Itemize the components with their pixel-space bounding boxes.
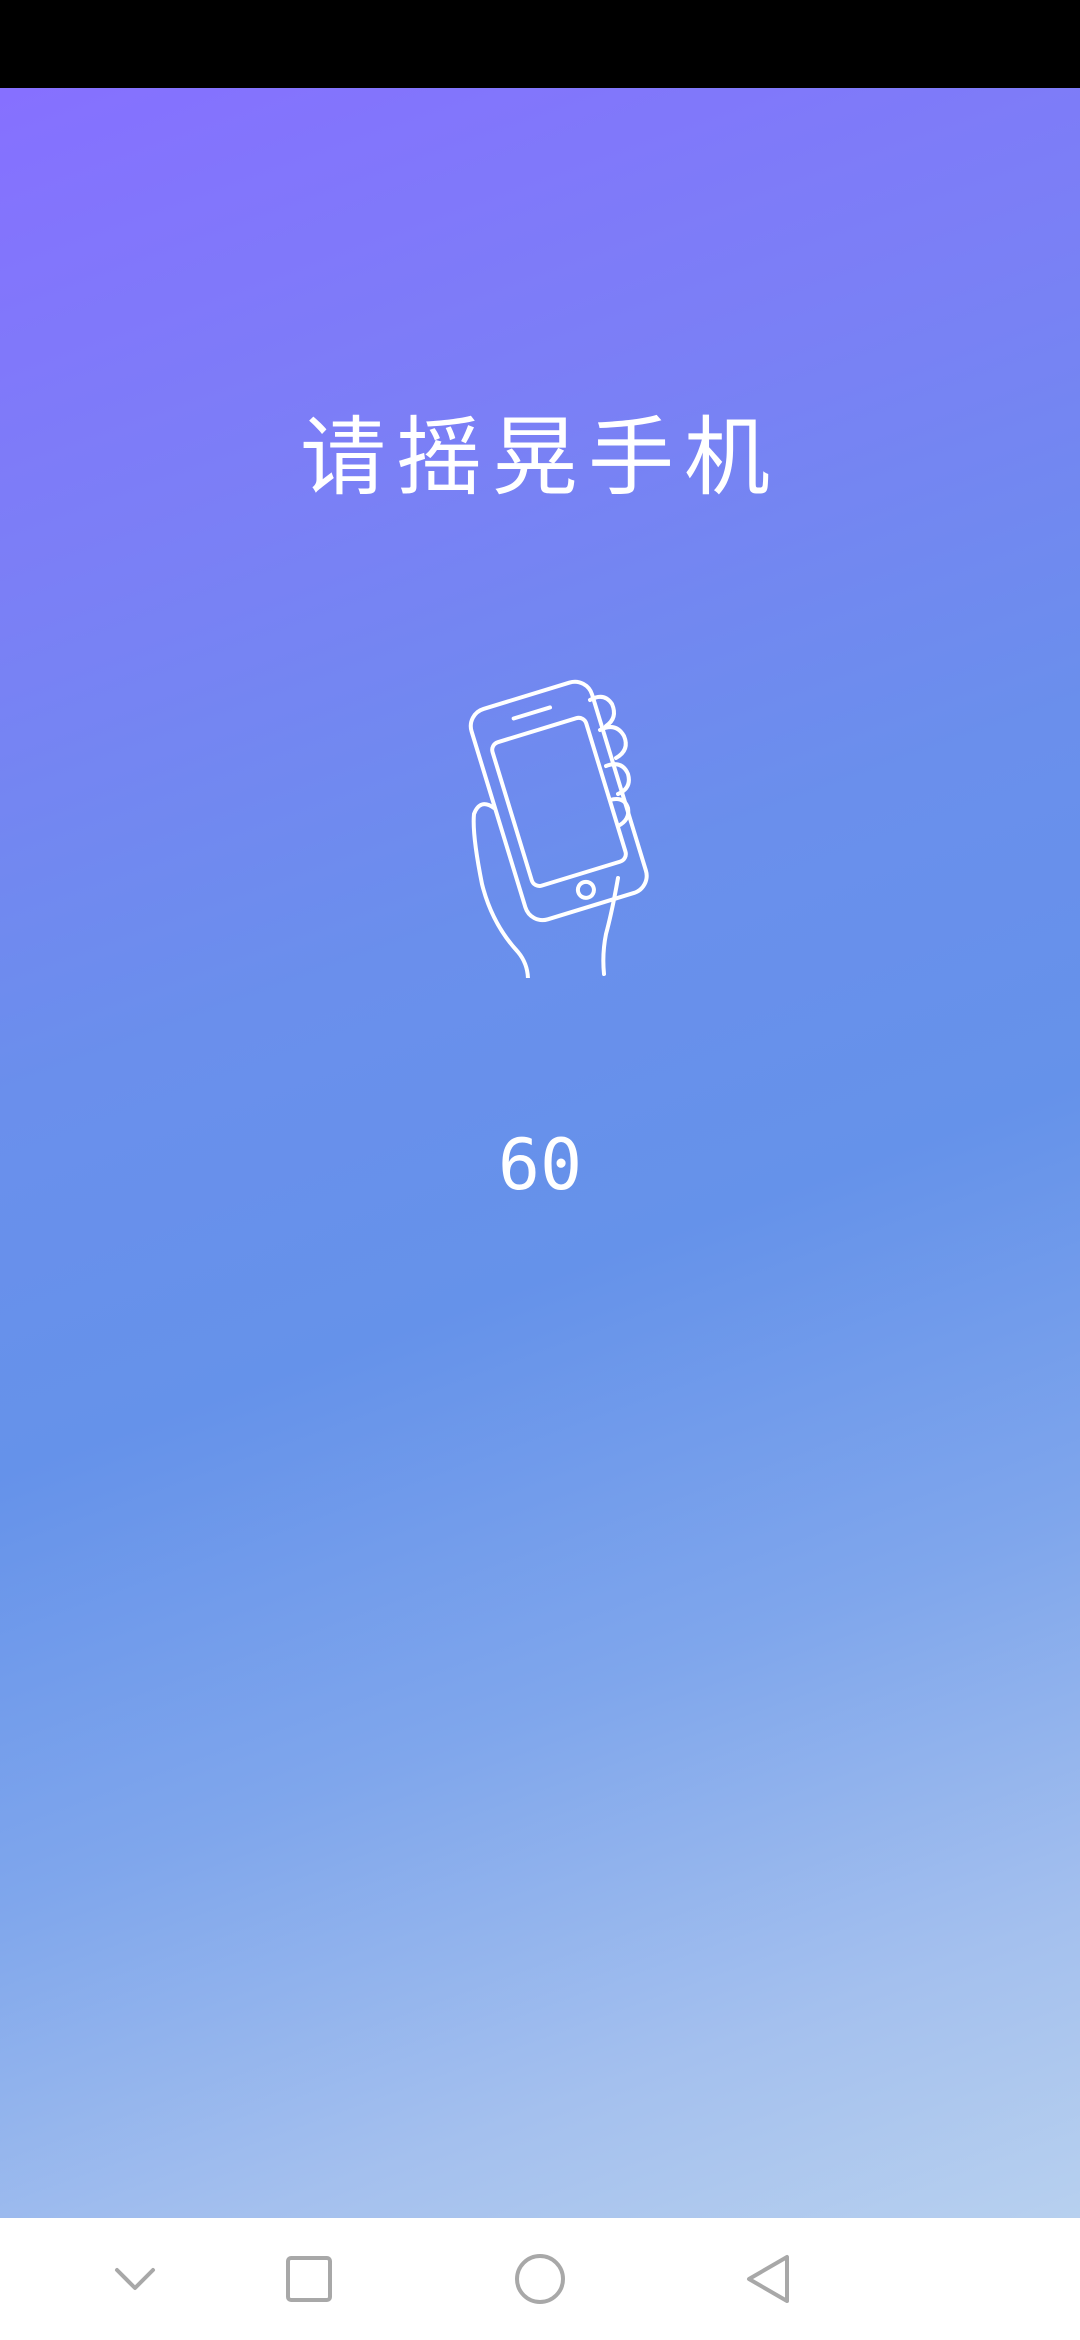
- triangle-back-icon: [747, 2255, 789, 2303]
- page-title: 请摇晃手机: [300, 408, 780, 508]
- chevron-down-icon: [115, 2268, 155, 2290]
- circle-home-icon: [515, 2254, 565, 2304]
- countdown-timer: 60: [497, 1124, 583, 1206]
- shake-screen: 请摇晃手机 60: [0, 88, 1080, 2218]
- home-button[interactable]: [505, 2248, 575, 2310]
- navigation-bar: [0, 2218, 1080, 2340]
- square-recents-icon: [286, 2256, 332, 2302]
- chevron-down-button[interactable]: [100, 2248, 170, 2310]
- screen: 请摇晃手机 60: [0, 0, 1080, 2340]
- recents-button[interactable]: [274, 2248, 344, 2310]
- status-bar: [0, 0, 1080, 88]
- hand-holding-phone-icon: [468, 679, 649, 978]
- back-button[interactable]: [733, 2248, 803, 2310]
